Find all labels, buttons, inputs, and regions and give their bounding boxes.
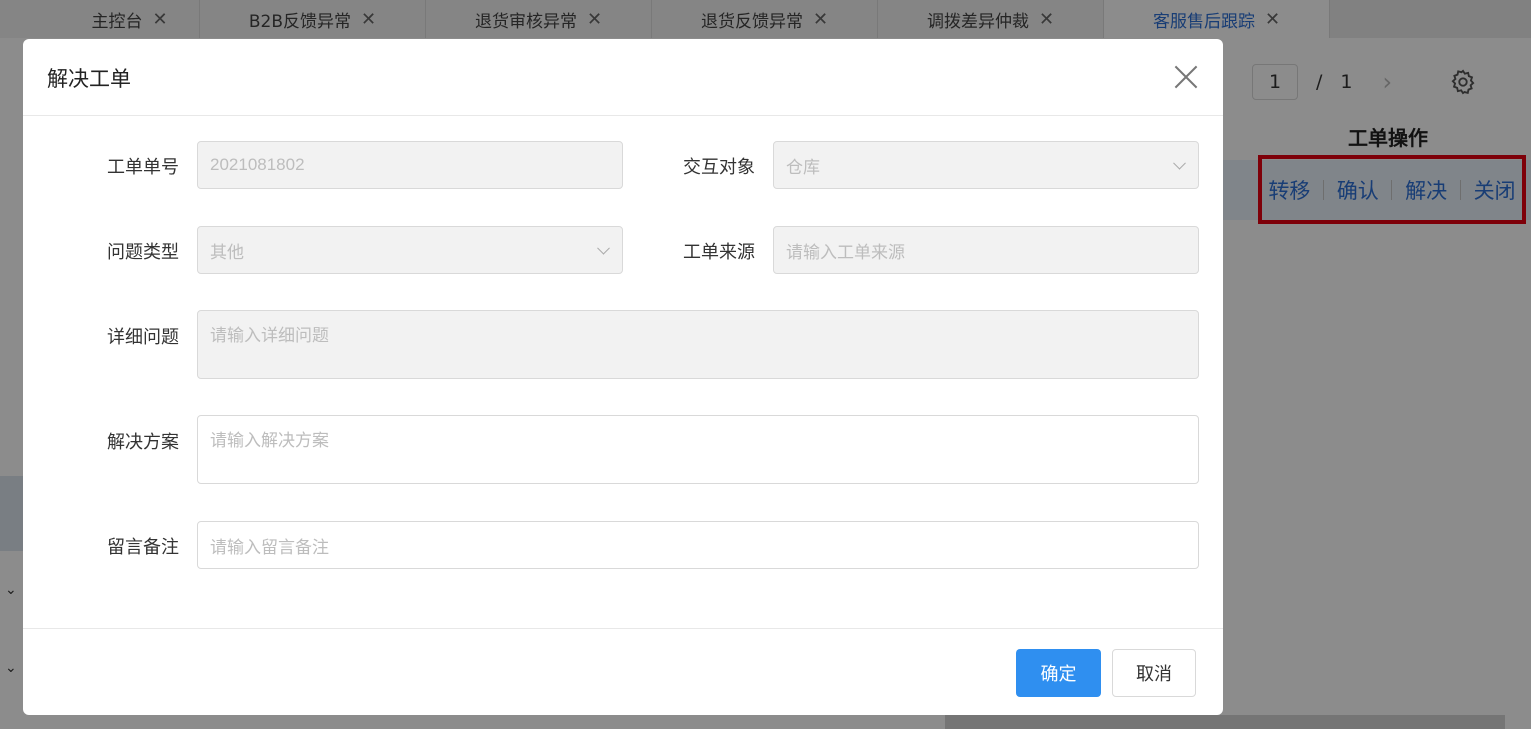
order-no-field: 2021081802 <box>197 141 623 189</box>
order-source-input: 请输入工单来源 <box>773 226 1199 274</box>
detail-issue-textarea: 请输入详细问题 <box>197 310 1199 379</box>
solution-label: 解决方案 <box>107 432 179 453</box>
solution-textarea[interactable]: 请输入解决方案 <box>197 415 1199 484</box>
select-value: 仓库 <box>786 157 820 177</box>
cancel-button[interactable]: 取消 <box>1112 649 1196 697</box>
resolve-ticket-dialog: 解决工单 工单单号 2021081802 交互对象 仓库 问题类型 其他 工单来… <box>23 39 1223 715</box>
order-source-label: 工单来源 <box>683 242 755 263</box>
remark-label: 留言备注 <box>107 537 179 558</box>
issue-type-select: 其他 <box>197 226 623 274</box>
interaction-target-label: 交互对象 <box>683 157 755 178</box>
issue-type-label: 问题类型 <box>107 242 179 263</box>
detail-issue-label: 详细问题 <box>107 327 179 348</box>
interaction-target-select: 仓库 <box>773 141 1199 189</box>
remark-input[interactable]: 请输入留言备注 <box>197 521 1199 569</box>
confirm-button[interactable]: 确定 <box>1016 649 1101 697</box>
order-no-label: 工单单号 <box>107 157 179 178</box>
dialog-footer: 确定 取消 <box>23 628 1223 715</box>
chevron-down-icon <box>1173 156 1186 170</box>
dialog-title: 解决工单 <box>47 67 131 91</box>
select-value: 其他 <box>210 242 244 262</box>
close-icon[interactable] <box>1173 64 1199 90</box>
dialog-header: 解决工单 <box>23 39 1223 116</box>
chevron-down-icon <box>597 241 610 255</box>
